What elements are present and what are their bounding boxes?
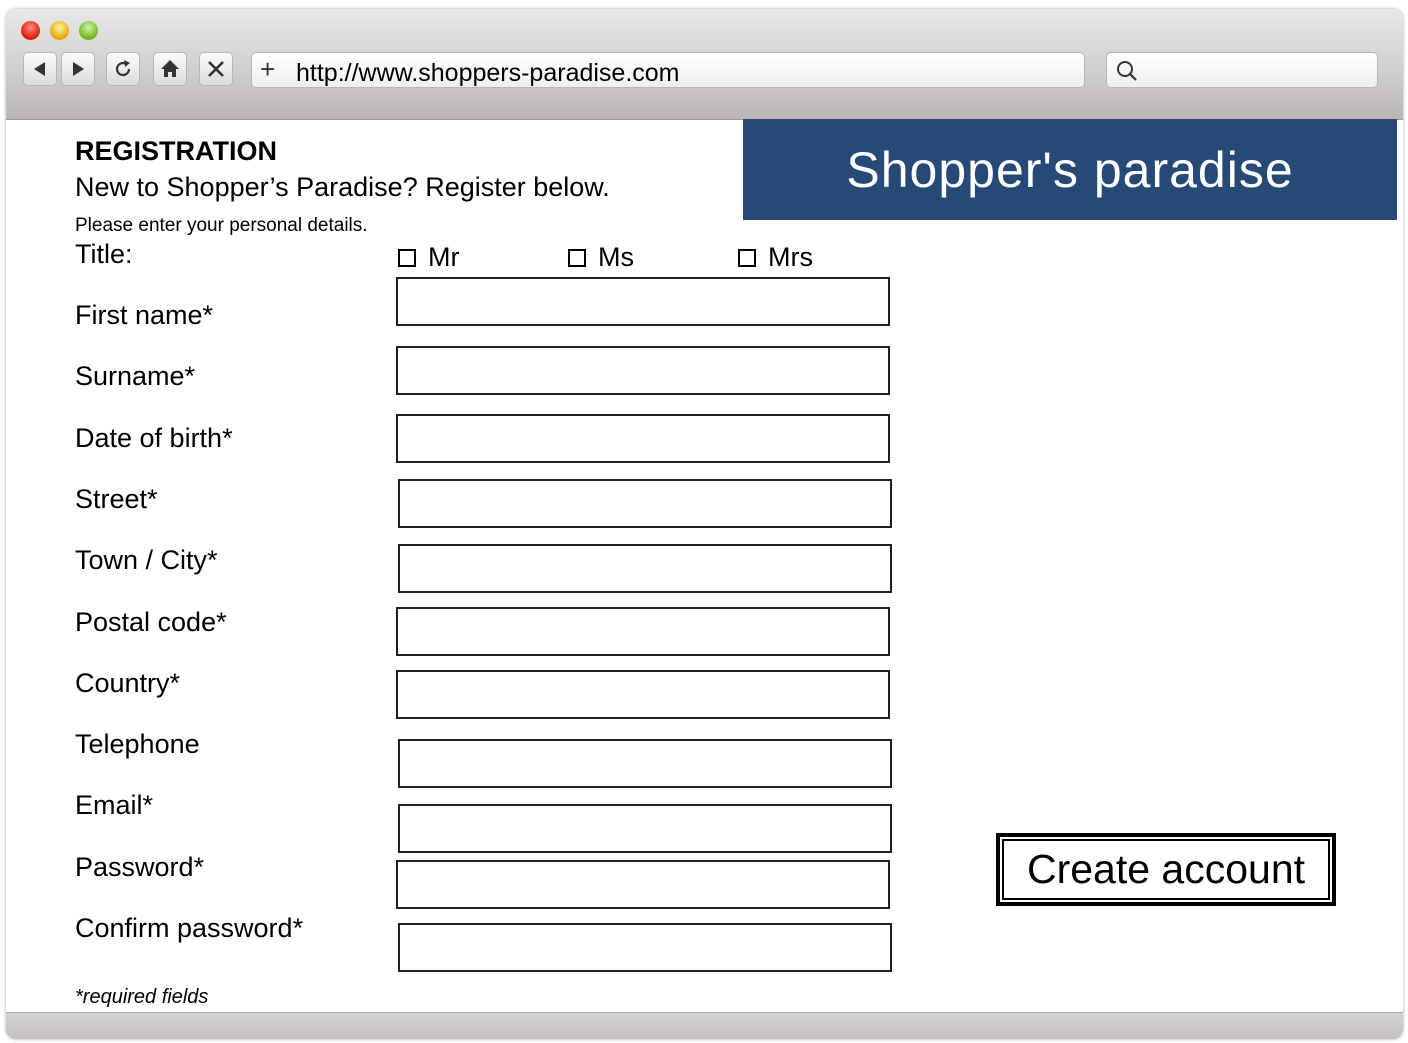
telephone-field[interactable] (398, 739, 892, 788)
site-banner: Shopper's paradise (743, 119, 1397, 220)
checkbox-icon[interactable] (398, 248, 416, 267)
title-option-ms[interactable]: Ms (568, 242, 634, 273)
stop-button[interactable] (199, 52, 233, 86)
url-text[interactable]: http://www.shoppers-paradise.com (296, 59, 680, 88)
home-icon (161, 60, 179, 77)
surname-field[interactable] (396, 346, 890, 395)
date-of-birth-field[interactable] (396, 414, 890, 463)
browser-status-bar (6, 1012, 1403, 1039)
required-fields-note: *required fields (75, 986, 209, 1008)
surname-label: Surname* (75, 361, 196, 391)
minimize-window-button[interactable] (50, 21, 69, 40)
reload-button[interactable] (106, 52, 140, 86)
maximize-window-button[interactable] (79, 21, 98, 40)
town-city-field[interactable] (398, 544, 892, 593)
first-name-field[interactable] (396, 277, 890, 326)
browser-search-input[interactable] (1106, 52, 1378, 88)
postal-code-label: Postal code* (75, 607, 227, 637)
checkbox-icon[interactable] (738, 248, 756, 267)
email-field[interactable] (398, 804, 892, 853)
close-window-button[interactable] (21, 21, 40, 40)
title-option-label: Mr (428, 242, 460, 272)
title-label: Title: (75, 239, 133, 269)
page-title: REGISTRATION (75, 136, 277, 166)
confirm-password-label: Confirm password* (75, 913, 304, 943)
site-logo-text: Shopper's paradise (846, 141, 1294, 198)
forward-icon (73, 62, 84, 76)
search-icon (1117, 61, 1137, 81)
forward-button[interactable] (61, 52, 95, 86)
password-field[interactable] (396, 860, 890, 909)
home-button[interactable] (153, 52, 187, 86)
street-field[interactable] (398, 479, 892, 528)
first-name-label: First name* (75, 300, 214, 330)
back-button[interactable] (23, 52, 57, 86)
title-option-mrs[interactable]: Mrs (738, 242, 813, 273)
town-city-label: Town / City* (75, 545, 218, 575)
stop-icon (208, 61, 224, 77)
password-label: Password* (75, 852, 205, 882)
instructions-text: Please enter your personal details. (75, 215, 368, 236)
street-label: Street* (75, 484, 158, 514)
country-label: Country* (75, 668, 181, 698)
title-option-label: Ms (598, 242, 634, 272)
page-content: REGISTRATION New to Shopper’s Paradise? … (6, 119, 1403, 1013)
back-icon (34, 62, 45, 76)
email-label: Email* (75, 790, 154, 820)
title-option-label: Mrs (768, 242, 813, 272)
reload-icon (115, 60, 131, 77)
create-account-label[interactable]: Create account (1000, 837, 1332, 902)
browser-window: + http://www.shoppers-paradise.com REGIS… (6, 9, 1403, 1039)
title-option-mr[interactable]: Mr (398, 242, 459, 273)
new-tab-icon[interactable]: + (260, 54, 275, 85)
postal-code-field[interactable] (396, 607, 890, 656)
page-subtitle: New to Shopper’s Paradise? Register belo… (75, 172, 610, 202)
date-of-birth-label: Date of birth* (75, 423, 233, 453)
checkbox-icon[interactable] (568, 248, 586, 267)
address-bar[interactable]: + http://www.shoppers-paradise.com (251, 52, 1085, 88)
confirm-password-field[interactable] (398, 923, 892, 972)
telephone-label: Telephone (75, 729, 200, 759)
browser-toolbar: + http://www.shoppers-paradise.com (6, 9, 1403, 120)
country-field[interactable] (396, 670, 890, 719)
create-account-button[interactable]: Create account (996, 833, 1336, 906)
